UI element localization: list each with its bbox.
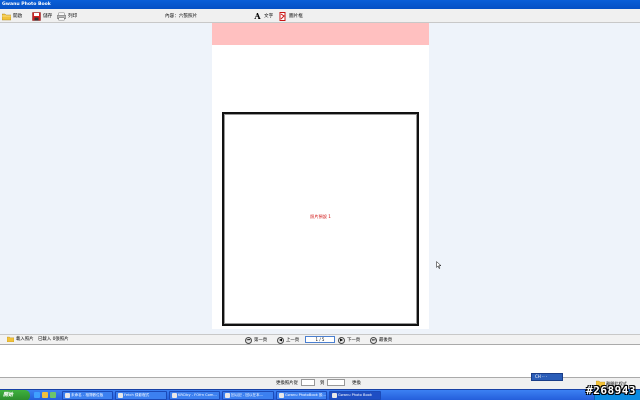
- app-icon: [332, 393, 337, 398]
- page-indicator[interactable]: 1 / 5: [305, 336, 335, 343]
- next-page-label: 下一頁: [347, 338, 361, 343]
- change-from-input[interactable]: [301, 379, 315, 386]
- taskbar-item-label: Fetch 錄影程式: [124, 393, 150, 397]
- taskbar-item-label: 回以記 - 回以在本...: [231, 393, 264, 397]
- taskbar-item[interactable]: 回以記 - 回以在本...: [222, 391, 274, 400]
- mouse-cursor-icon: [436, 260, 442, 269]
- text-button[interactable]: A 文字: [253, 10, 273, 22]
- print-button[interactable]: 列印: [57, 10, 77, 22]
- photo-placeholder[interactable]: 照片預設 1: [222, 112, 419, 326]
- frame-label: 圖片框: [289, 14, 303, 19]
- app-icon: [225, 393, 230, 398]
- taskbar-item[interactable]: Gwanu PhotoBook 設...: [276, 391, 327, 400]
- save-icon: [32, 11, 41, 21]
- taskbar-item[interactable]: Fetch 錄影程式: [115, 391, 167, 400]
- taskbar-item-active[interactable]: Gwanu Photo Book: [329, 391, 381, 400]
- printer-icon: [57, 12, 66, 21]
- content-label: 內容：六張照片: [165, 14, 198, 19]
- load-photos-button[interactable]: 載入照片: [7, 336, 34, 342]
- prev-page-label: 上一頁: [286, 338, 300, 343]
- canvas-workspace: 照片預設 1: [0, 23, 640, 334]
- save-label: 儲存: [43, 14, 53, 19]
- open-label: 開啟: [13, 14, 23, 19]
- folder-icon: [2, 12, 11, 21]
- window-title-bar: Gwanu Photo Book: [0, 0, 640, 9]
- taskbar-item-label: KRCiby - FOfrn Com...: [178, 393, 217, 397]
- navigation-bar: 載入照片 已載入 0張照片 ⏮ 第一頁 ◀ 上一頁 1 / 5 ▶ 下一頁 ⏭ …: [0, 334, 640, 344]
- prev-page-button[interactable]: ◀ 上一頁: [277, 336, 299, 344]
- first-page-button[interactable]: ⏮ 第一頁: [245, 336, 267, 344]
- last-page-label: 最後頁: [379, 338, 393, 343]
- last-page-button[interactable]: ⏭ 最後頁: [370, 336, 392, 344]
- open-button[interactable]: 開啟: [2, 10, 22, 22]
- taskbar-item-label: 未命名 - 相簿數位板: [71, 393, 104, 397]
- change-button[interactable]: 更換: [352, 380, 361, 386]
- folder-icon: [7, 336, 14, 342]
- last-page-icon: ⏭: [370, 336, 377, 344]
- print-label: 列印: [68, 14, 78, 19]
- content-selector[interactable]: 內容：六張照片: [165, 10, 197, 22]
- taskbar-item-label: Gwanu PhotoBook 設...: [285, 393, 326, 397]
- first-page-icon: ⏮: [245, 336, 252, 344]
- frame-icon: [278, 11, 287, 21]
- text-label: 文字: [264, 14, 274, 19]
- photo-placeholder-label: 照片預設 1: [310, 214, 331, 219]
- ime-language-bar[interactable]: CH ·· ·: [531, 373, 563, 381]
- prev-page-icon: ◀: [277, 336, 284, 344]
- windows-taskbar: 開始 未命名 - 相簿數位板 Fetch 錄影程式 KRCiby - FOfrn…: [0, 389, 640, 400]
- media-icon[interactable]: [50, 392, 56, 398]
- window-title: Gwanu Photo Book: [2, 2, 51, 7]
- change-from-label: 更換照片從: [276, 381, 298, 386]
- save-button[interactable]: 儲存: [32, 10, 52, 22]
- text-icon: A: [254, 11, 261, 21]
- loaded-count: 已載入 0張照片: [38, 337, 69, 342]
- change-to-input[interactable]: [327, 379, 345, 386]
- app-icon: [172, 393, 177, 398]
- frame-button[interactable]: 圖片框: [278, 10, 303, 22]
- browser-icon[interactable]: [42, 392, 48, 398]
- show-desktop-icon[interactable]: [34, 392, 40, 398]
- taskbar-item[interactable]: 未命名 - 相簿數位板: [62, 391, 113, 400]
- load-photos-label: 載入照片: [16, 337, 34, 342]
- next-page-button[interactable]: ▶ 下一頁: [338, 336, 360, 344]
- app-icon: [118, 393, 123, 398]
- app-icon: [65, 393, 70, 398]
- watermark-id: #268943: [586, 384, 636, 397]
- photo-book-page: 照片預設 1: [212, 23, 429, 329]
- page-header-band[interactable]: [212, 23, 429, 45]
- first-page-label: 第一頁: [254, 338, 268, 343]
- taskbar-item-label: Gwanu Photo Book: [338, 393, 372, 397]
- app-icon: [279, 393, 284, 398]
- change-to-label: 到: [320, 381, 325, 386]
- next-page-icon: ▶: [338, 336, 345, 344]
- main-toolbar: 開啟 儲存 列印 內容：六張照片 A 文字 圖片框: [0, 9, 640, 23]
- taskbar-item[interactable]: KRCiby - FOfrn Com...: [169, 391, 220, 400]
- start-button[interactable]: 開始: [0, 390, 30, 400]
